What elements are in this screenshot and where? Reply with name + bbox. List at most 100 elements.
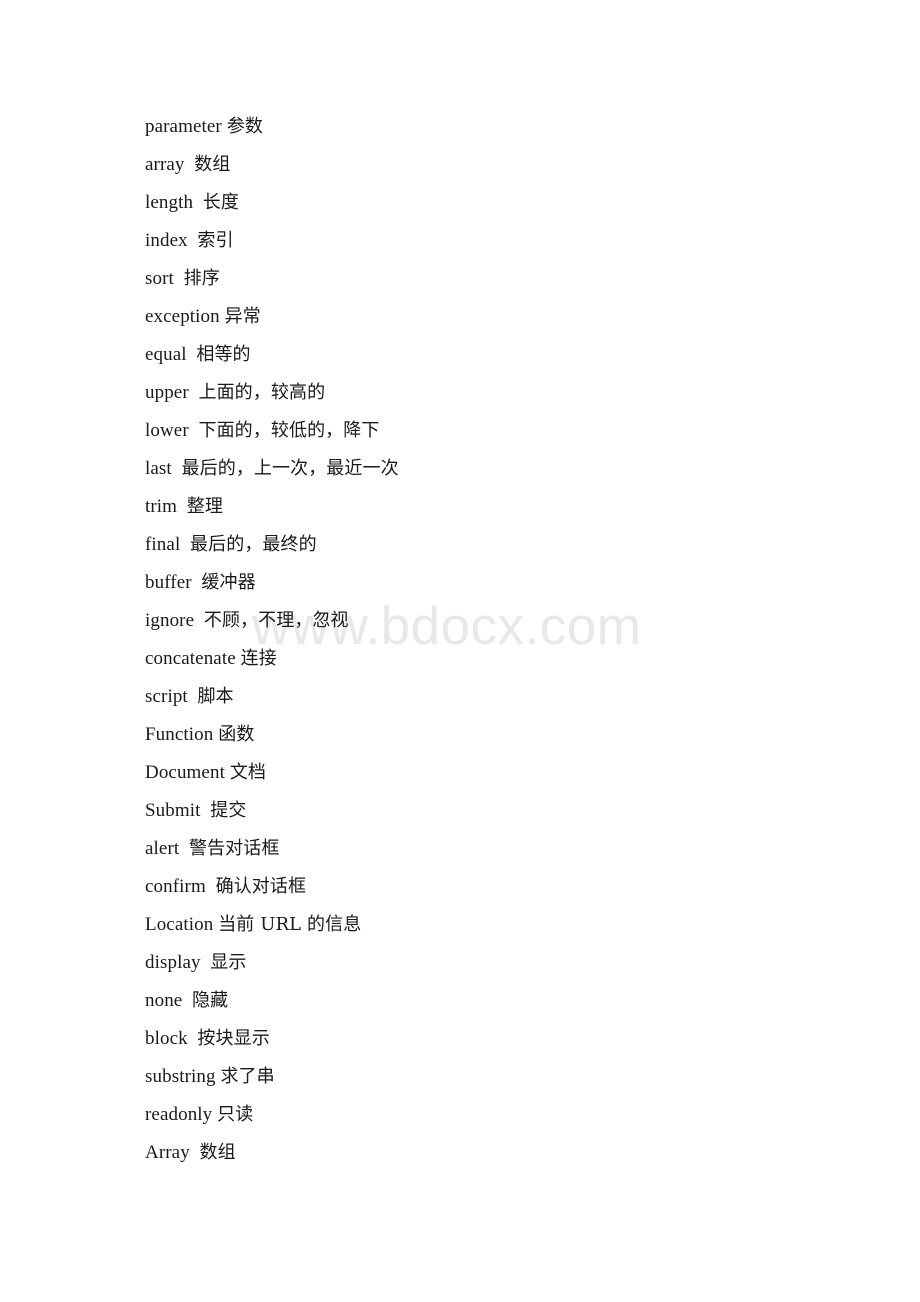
vocabulary-term: ignore bbox=[145, 610, 195, 631]
vocabulary-gloss: 相等的 bbox=[196, 344, 251, 365]
vocabulary-entry: array 数组 bbox=[145, 146, 845, 184]
vocabulary-separator bbox=[192, 572, 202, 593]
vocabulary-entry: Document 文档 bbox=[145, 754, 845, 792]
vocabulary-term: readonly bbox=[145, 1104, 213, 1125]
vocabulary-separator bbox=[174, 268, 184, 289]
vocabulary-entry: lower 下面的，较低的，降下 bbox=[145, 412, 845, 450]
vocabulary-gloss: 连接 bbox=[240, 648, 277, 669]
vocabulary-separator bbox=[190, 1142, 200, 1163]
vocabulary-separator bbox=[179, 838, 189, 859]
vocabulary-gloss: 索引 bbox=[197, 230, 234, 251]
vocabulary-entry: Array 数组 bbox=[145, 1134, 845, 1172]
vocabulary-term: array bbox=[145, 154, 185, 175]
vocabulary-gloss: 显示 bbox=[210, 952, 247, 973]
vocabulary-separator bbox=[180, 534, 190, 555]
vocabulary-gloss: 下面的，较低的，降下 bbox=[198, 420, 380, 441]
vocabulary-term: none bbox=[145, 990, 183, 1011]
vocabulary-separator bbox=[187, 344, 197, 365]
vocabulary-entry: script 脚本 bbox=[145, 678, 845, 716]
vocabulary-gloss: 数组 bbox=[199, 1142, 236, 1163]
vocabulary-term: substring bbox=[145, 1066, 216, 1087]
vocabulary-separator bbox=[201, 800, 211, 821]
vocabulary-term: equal bbox=[145, 344, 187, 365]
vocabulary-entry: index 索引 bbox=[145, 222, 845, 260]
vocabulary-gloss: 按块显示 bbox=[197, 1028, 270, 1049]
vocabulary-term: alert bbox=[145, 838, 180, 859]
vocabulary-separator bbox=[193, 192, 203, 213]
vocabulary-entry: Function 函数 bbox=[145, 716, 845, 754]
vocabulary-gloss: 当前 URL 的信息 bbox=[218, 914, 362, 935]
vocabulary-separator bbox=[189, 420, 199, 441]
vocabulary-gloss: 只读 bbox=[217, 1104, 254, 1125]
vocabulary-separator bbox=[182, 990, 192, 1011]
vocabulary-term: length bbox=[145, 192, 194, 213]
vocabulary-entry: substring 求了串 bbox=[145, 1058, 845, 1096]
vocabulary-term: confirm bbox=[145, 876, 206, 897]
vocabulary-entry: concatenate 连接 bbox=[145, 640, 845, 678]
vocabulary-entry: exception 异常 bbox=[145, 298, 845, 336]
vocabulary-term: Document bbox=[145, 762, 225, 783]
vocabulary-term: Submit bbox=[145, 800, 201, 821]
vocabulary-separator bbox=[188, 230, 198, 251]
vocabulary-separator bbox=[177, 496, 187, 517]
vocabulary-gloss: 文档 bbox=[229, 762, 267, 783]
vocabulary-separator bbox=[206, 876, 216, 897]
vocabulary-entry: buffer 缓冲器 bbox=[145, 564, 845, 602]
vocabulary-term: Function bbox=[145, 724, 214, 745]
vocabulary-term: trim bbox=[145, 496, 178, 517]
vocabulary-term: upper bbox=[145, 382, 189, 403]
vocabulary-term: parameter bbox=[145, 116, 222, 137]
vocabulary-entry: final 最后的，最终的 bbox=[145, 526, 845, 564]
vocabulary-entry: parameter 参数 bbox=[145, 108, 845, 146]
vocabulary-list: parameter 参数 array 数组 length 长度 index 索引 sor… bbox=[145, 108, 845, 1172]
vocabulary-gloss: 参数 bbox=[226, 116, 263, 137]
vocabulary-gloss: 排序 bbox=[183, 268, 220, 289]
vocabulary-gloss: 脚本 bbox=[197, 686, 234, 707]
vocabulary-gloss: 整理 bbox=[186, 496, 223, 517]
vocabulary-gloss: 数组 bbox=[194, 154, 231, 175]
vocabulary-term: buffer bbox=[145, 572, 192, 593]
document-page: www.bdocx.com parameter 参数 array 数组 length… bbox=[0, 0, 920, 1302]
vocabulary-entry: Location 当前 URL 的信息 bbox=[145, 906, 845, 944]
vocabulary-entry: length 长度 bbox=[145, 184, 845, 222]
vocabulary-gloss: 函数 bbox=[218, 724, 255, 745]
vocabulary-term: last bbox=[145, 458, 172, 479]
vocabulary-gloss: 提交 bbox=[210, 800, 247, 821]
vocabulary-term: display bbox=[145, 952, 201, 973]
vocabulary-gloss: 隐藏 bbox=[192, 990, 229, 1011]
vocabulary-term: final bbox=[145, 534, 181, 555]
vocabulary-entry: Submit 提交 bbox=[145, 792, 845, 830]
vocabulary-entry: ignore 不顾，不理，忽视 bbox=[145, 602, 845, 640]
vocabulary-entry: last 最后的，上一次，最近一次 bbox=[145, 450, 845, 488]
vocabulary-entry: display 显示 bbox=[145, 944, 845, 982]
vocabulary-gloss: 上面的，较高的 bbox=[198, 382, 326, 403]
vocabulary-entry: readonly 只读 bbox=[145, 1096, 845, 1134]
vocabulary-gloss: 最后的，最终的 bbox=[190, 534, 317, 555]
vocabulary-entry: upper 上面的，较高的 bbox=[145, 374, 845, 412]
vocabulary-term: Location bbox=[145, 914, 214, 935]
vocabulary-term: block bbox=[145, 1028, 188, 1049]
vocabulary-entry: alert 警告对话框 bbox=[145, 830, 845, 868]
vocabulary-gloss: 求了串 bbox=[220, 1066, 275, 1087]
vocabulary-gloss: 长度 bbox=[202, 192, 239, 213]
vocabulary-entry: trim 整理 bbox=[145, 488, 845, 526]
vocabulary-gloss: 最后的，上一次，最近一次 bbox=[181, 458, 399, 479]
vocabulary-term: concatenate bbox=[145, 648, 236, 669]
vocabulary-gloss: 异常 bbox=[224, 306, 261, 327]
vocabulary-separator bbox=[172, 458, 182, 479]
vocabulary-term: lower bbox=[145, 420, 189, 441]
vocabulary-term: exception bbox=[145, 306, 220, 327]
vocabulary-entry: confirm 确认对话框 bbox=[145, 868, 845, 906]
vocabulary-term: index bbox=[145, 230, 188, 251]
vocabulary-gloss: 确认对话框 bbox=[215, 876, 307, 897]
vocabulary-separator bbox=[194, 610, 204, 631]
vocabulary-term: script bbox=[145, 686, 188, 707]
vocabulary-separator bbox=[201, 952, 211, 973]
vocabulary-separator bbox=[188, 686, 198, 707]
vocabulary-separator bbox=[188, 1028, 198, 1049]
vocabulary-term: Array bbox=[145, 1142, 190, 1163]
vocabulary-term: sort bbox=[145, 268, 174, 289]
vocabulary-entry: sort 排序 bbox=[145, 260, 845, 298]
vocabulary-entry: block 按块显示 bbox=[145, 1020, 845, 1058]
vocabulary-gloss: 缓冲器 bbox=[201, 572, 256, 593]
